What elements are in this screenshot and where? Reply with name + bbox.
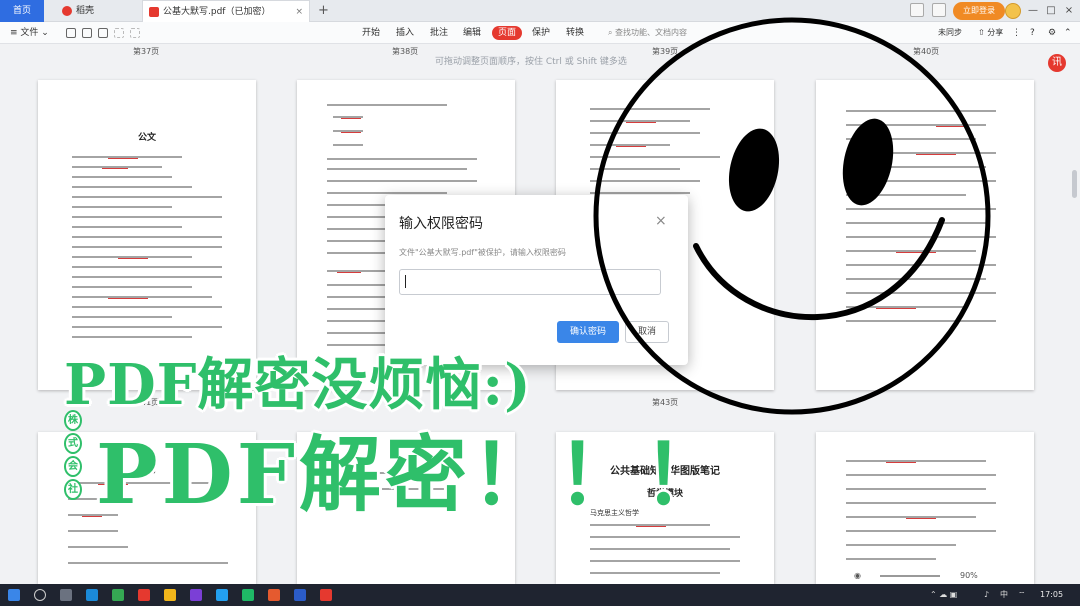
tab-docer-label: 稻壳 <box>76 6 95 16</box>
caption-line-2: PDF解密！！！ <box>96 427 729 523</box>
login-button[interactable]: 立即登录 <box>953 2 1005 20</box>
more-icon[interactable]: ⋮ <box>1012 22 1021 44</box>
page-label: 第43页 <box>652 398 679 407</box>
dialog-title: 输入权限密码 <box>399 216 483 232</box>
stamp-char: 株 <box>64 410 82 431</box>
network-icon[interactable]: ⌔ <box>1018 584 1026 606</box>
page-label: 第39页 <box>652 47 679 56</box>
docer-icon <box>62 5 72 16</box>
avatar[interactable] <box>1005 3 1021 19</box>
text-caret <box>405 275 406 288</box>
pdf-icon <box>149 6 159 17</box>
wps-icon[interactable] <box>320 589 332 601</box>
page-label: 第37页 <box>133 47 160 56</box>
app-icon[interactable] <box>112 589 124 601</box>
print-icon[interactable] <box>98 28 108 38</box>
ime-indicator[interactable]: 中 <box>1000 584 1008 606</box>
volume-icon[interactable]: ♪ <box>984 584 989 606</box>
app-icon[interactable] <box>216 589 228 601</box>
tray-icons[interactable]: ⌃ ☁ ▣ <box>930 584 957 606</box>
share-button[interactable]: ⇧ 分享 <box>978 22 1003 44</box>
title-bar: 首页 稻壳 公基大默写.pdf（已加密） × + 立即登录 — □ × <box>0 0 1080 22</box>
menu-convert[interactable]: 转换 <box>566 22 584 44</box>
cancel-button[interactable]: 取消 <box>625 321 669 343</box>
taskbar: ⌃ ☁ ▣ ♪ 中 ⌔ 17:05 <box>0 584 1080 606</box>
file-menu[interactable]: ≡ 文件 ⌄ <box>10 22 49 44</box>
password-input[interactable] <box>399 269 661 295</box>
menu-protect[interactable]: 保护 <box>532 22 550 44</box>
page-thumbnail-45[interactable] <box>816 432 1034 584</box>
stamp-char: 式 <box>64 433 82 454</box>
view-icon[interactable]: ◉ <box>854 568 861 584</box>
tab-pdf-label: 公基大默写.pdf（已加密） <box>163 7 271 17</box>
search-placeholder: 查找功能、文档内容 <box>615 28 688 37</box>
menu-start[interactable]: 开始 <box>362 22 380 44</box>
tab-close-icon[interactable]: × <box>295 1 303 23</box>
search-input[interactable]: ⌕ 查找功能、文档内容 <box>608 22 687 44</box>
zoom-level[interactable]: 90% <box>960 568 978 584</box>
window-icon[interactable] <box>932 3 946 17</box>
app-icon[interactable] <box>294 589 306 601</box>
assistant-badge-icon[interactable]: 讯 <box>1048 54 1066 72</box>
reorder-hint: 可拖动调整页面顺序，按住 Ctrl 或 Shift 键多选 <box>435 57 627 67</box>
menu-edit[interactable]: 编辑 <box>463 22 481 44</box>
scrollbar[interactable] <box>1072 170 1077 198</box>
page-label: 第38页 <box>392 47 419 56</box>
menu-annotate[interactable]: 批注 <box>430 22 448 44</box>
sync-button[interactable]: 未同步 <box>938 22 962 44</box>
page-title: 公文 <box>137 133 156 143</box>
dialog-close-icon[interactable]: × <box>655 213 667 229</box>
stamp-char: 会 <box>64 456 82 477</box>
app-icon[interactable] <box>190 589 202 601</box>
menu-page[interactable]: 页面 <box>492 26 523 40</box>
maximize-button[interactable]: □ <box>1042 0 1060 22</box>
page-thumbnail-40[interactable] <box>816 80 1034 390</box>
collapse-icon[interactable]: ⌃ <box>1064 22 1072 44</box>
menu-bar: ≡ 文件 ⌄ 开始 插入 批注 编辑 页面 保护 转换 ⌕ 查找功能、文档内容 … <box>0 22 1080 44</box>
settings-icon[interactable]: ⚙ <box>1048 22 1056 44</box>
tab-pdf-document[interactable]: 公基大默写.pdf（已加密） × <box>142 0 310 22</box>
windows-start-icon[interactable] <box>8 589 20 601</box>
page-label: 第40页 <box>913 47 940 56</box>
wechat-icon[interactable] <box>242 589 254 601</box>
task-view-icon[interactable] <box>60 589 72 601</box>
redo-icon[interactable] <box>130 28 140 38</box>
minimize-button[interactable]: — <box>1024 0 1042 22</box>
folder-icon[interactable] <box>164 589 176 601</box>
menu-insert[interactable]: 插入 <box>396 22 414 44</box>
close-window-button[interactable]: × <box>1060 0 1078 22</box>
file-menu-label: 文件 <box>20 28 39 38</box>
app-icon[interactable] <box>138 589 150 601</box>
status-bar: ◉ 90% <box>840 568 1080 584</box>
tab-docer[interactable]: 稻壳 <box>56 0 136 22</box>
search-icon[interactable] <box>34 589 46 601</box>
undo-icon[interactable] <box>114 28 124 38</box>
edge-icon[interactable] <box>86 589 98 601</box>
stamp-char: 社 <box>64 479 82 500</box>
new-tab-button[interactable]: + <box>318 0 329 22</box>
tab-home[interactable]: 首页 <box>0 0 44 22</box>
confirm-password-button[interactable]: 确认密码 <box>557 321 619 343</box>
layout-icon[interactable] <box>910 3 924 17</box>
app-icon[interactable] <box>268 589 280 601</box>
stamp-seal: 株 式 会 社 <box>64 410 82 502</box>
help-icon[interactable]: ? <box>1030 22 1035 44</box>
open-folder-icon[interactable] <box>66 28 76 38</box>
taskbar-clock[interactable]: 17:05 <box>1040 584 1063 606</box>
save-icon[interactable] <box>82 28 92 38</box>
dialog-message: 文件"公基大默写.pdf"被保护，请输入权限密码 <box>399 248 566 257</box>
zoom-slider[interactable] <box>880 575 940 577</box>
share-label: 分享 <box>987 28 1004 37</box>
